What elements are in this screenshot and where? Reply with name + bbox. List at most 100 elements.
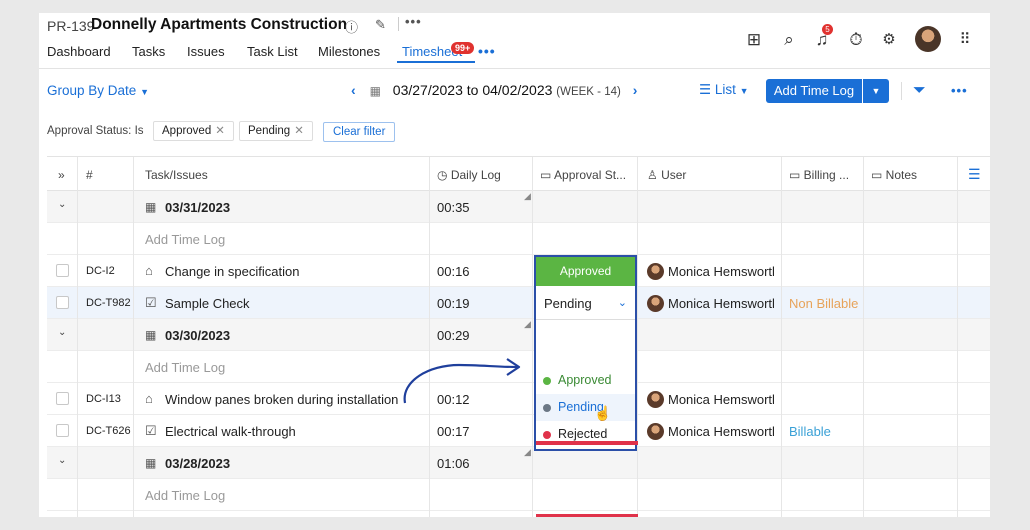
table-header: » # Task/Issues ◷ Daily Log ▭ Approval S… xyxy=(47,157,990,191)
group-total: 00:35 xyxy=(437,200,470,215)
more-tabs-icon[interactable]: ••• xyxy=(478,43,496,59)
filter-chip-pending[interactable]: Pending ✕ xyxy=(239,121,313,141)
arrow-curve xyxy=(403,363,518,404)
row-checkbox[interactable] xyxy=(56,296,69,309)
add-time-log-link[interactable]: Add Time Log xyxy=(145,232,225,247)
group-row[interactable]: ⌄ ▦ 03/28/2023 01:06 ◢ xyxy=(47,447,990,479)
add-row[interactable]: Add Time Log xyxy=(47,479,990,511)
column-header-billing[interactable]: ▭ Billing ... xyxy=(789,168,849,182)
daily-log[interactable]: 00:17 xyxy=(437,424,470,439)
column-divider xyxy=(429,157,430,517)
chevron-down-icon[interactable]: ⌄ xyxy=(58,327,66,338)
chevron-down-icon[interactable]: ⌄ xyxy=(618,287,627,320)
task-name[interactable]: Window panes broken during installation xyxy=(165,392,398,407)
option-label: Rejected xyxy=(558,427,608,441)
filter-label: Approval Status: Is xyxy=(47,125,144,137)
remove-chip-icon[interactable]: ✕ xyxy=(215,125,225,137)
gear-icon[interactable]: ⚙ xyxy=(878,29,900,51)
column-header-notes[interactable]: ▭ Notes xyxy=(871,168,917,182)
more-icon[interactable]: ••• xyxy=(405,14,422,29)
issue-icon: ⌂ xyxy=(145,263,153,278)
item-id[interactable]: DC-I13 xyxy=(86,393,121,405)
edit-icon[interactable]: ✎ xyxy=(375,17,386,33)
task-name[interactable]: Change in specification xyxy=(165,264,299,279)
daily-log[interactable]: 00:19 xyxy=(437,296,470,311)
group-date: 03/30/2023 xyxy=(165,328,231,343)
info-icon[interactable]: ⓘ xyxy=(345,17,358,36)
tab-dashboard[interactable]: Dashboard xyxy=(47,44,111,59)
tab-issues[interactable]: Issues xyxy=(187,44,225,59)
table-row[interactable]: DC-T626 ☑ Electrical walk-through 00:17 … xyxy=(47,415,990,447)
tab-task-list[interactable]: Task List xyxy=(247,44,298,59)
column-header-task[interactable]: Task/Issues xyxy=(145,168,208,182)
row-checkbox[interactable] xyxy=(56,424,69,437)
issue-icon: ⌂ xyxy=(145,391,153,406)
divider xyxy=(398,17,399,31)
timesheet-table: » # Task/Issues ◷ Daily Log ▭ Approval S… xyxy=(47,156,990,517)
filter-chip-approved[interactable]: Approved ✕ xyxy=(153,121,234,141)
add-time-log-link[interactable]: Add Time Log xyxy=(145,360,225,375)
billing-status[interactable]: Billable xyxy=(789,424,831,439)
tab-milestones[interactable]: Milestones xyxy=(318,44,380,59)
user-avatar[interactable] xyxy=(915,26,941,52)
item-id[interactable]: DC-I2 xyxy=(86,265,115,277)
selected-value: Pending xyxy=(544,296,592,311)
clear-filter-button[interactable]: Clear filter xyxy=(323,122,396,142)
more-options-icon[interactable]: ••• xyxy=(951,83,968,98)
group-total: 00:29 xyxy=(437,328,470,343)
avatar xyxy=(647,263,664,280)
filter-icon[interactable]: ⏷ xyxy=(913,82,926,100)
column-divider xyxy=(532,157,533,517)
row-checkbox[interactable] xyxy=(56,264,69,277)
chevron-down-icon[interactable]: ⌄ xyxy=(58,199,66,210)
chevron-down-icon[interactable]: ⌄ xyxy=(58,455,66,466)
calendar-icon[interactable]: ▦ xyxy=(370,84,381,98)
option-pending[interactable]: Pending ☝ xyxy=(536,394,635,421)
task-name[interactable]: Electrical walk-through xyxy=(165,424,296,439)
approval-status-dropdown[interactable]: Approved Pending ⌄ Approved Pending ☝ Re… xyxy=(534,255,637,451)
option-approved[interactable]: Approved xyxy=(536,367,635,394)
table-row[interactable]: DC-I2 ⌂ Change in specification 00:16 Mo… xyxy=(47,255,990,287)
item-id[interactable]: DC-T982 xyxy=(86,297,131,309)
add-time-log-button[interactable]: Add Time Log xyxy=(766,79,862,103)
prev-week-icon[interactable]: ‹ xyxy=(351,82,356,98)
tag-icon: ▭ xyxy=(540,168,555,182)
group-row[interactable]: ⌄ ▦ 03/30/2023 00:29 ◢ xyxy=(47,319,990,351)
resize-handle-icon: ◢ xyxy=(524,191,531,201)
group-row[interactable]: ⌄ ▦ 03/31/2023 00:35 ◢ xyxy=(47,191,990,223)
next-week-icon[interactable]: › xyxy=(633,82,638,98)
view-dropdown[interactable]: ☰ List ▼ xyxy=(699,82,749,98)
search-icon[interactable]: ⌕ xyxy=(778,29,800,51)
column-label: User xyxy=(661,168,687,182)
status-dot xyxy=(543,431,551,439)
column-settings-icon[interactable]: ☰ xyxy=(968,166,981,183)
chip-label: Approved xyxy=(162,125,212,137)
add-time-log-link[interactable]: Add Time Log xyxy=(145,488,225,503)
billing-status[interactable]: Non Billable xyxy=(789,296,858,311)
approval-select[interactable]: Pending ⌄ xyxy=(536,287,635,320)
add-row[interactable]: Add Time Log xyxy=(47,223,990,255)
apps-grid-icon[interactable]: ⠿ xyxy=(954,29,976,51)
caret-down-icon: ▼ xyxy=(140,87,149,97)
add-options-dropdown[interactable]: ▼ xyxy=(863,79,889,103)
row-checkbox[interactable] xyxy=(56,392,69,405)
add-icon[interactable]: ⊞ xyxy=(743,29,765,51)
task-icon: ☑ xyxy=(145,423,157,438)
item-id[interactable]: DC-T626 xyxy=(86,425,131,437)
column-header-user[interactable]: ♙ User xyxy=(647,168,686,182)
column-header-approval[interactable]: ▭ Approval St... xyxy=(540,168,626,182)
user-name: Monica Hemswortl xyxy=(668,264,775,279)
approved-status-pill[interactable]: Approved xyxy=(536,257,635,286)
column-label: Billing ... xyxy=(803,168,850,182)
task-name[interactable]: Sample Check xyxy=(165,296,250,311)
group-by-dropdown[interactable]: Group By Date ▼ xyxy=(47,83,149,98)
timer-icon[interactable]: ⏱ xyxy=(845,29,867,51)
daily-log[interactable]: 00:16 xyxy=(437,264,470,279)
column-header-daily-log[interactable]: ◷ Daily Log xyxy=(437,168,501,182)
column-header-number: # xyxy=(86,168,93,182)
column-divider xyxy=(77,157,78,517)
remove-chip-icon[interactable]: ✕ xyxy=(294,125,304,137)
collapse-all-icon[interactable]: » xyxy=(58,168,65,182)
tab-tasks[interactable]: Tasks xyxy=(132,44,165,59)
table-row[interactable]: DC-T982 ☑ Sample Check 00:19 Monica Hems… xyxy=(47,287,990,319)
